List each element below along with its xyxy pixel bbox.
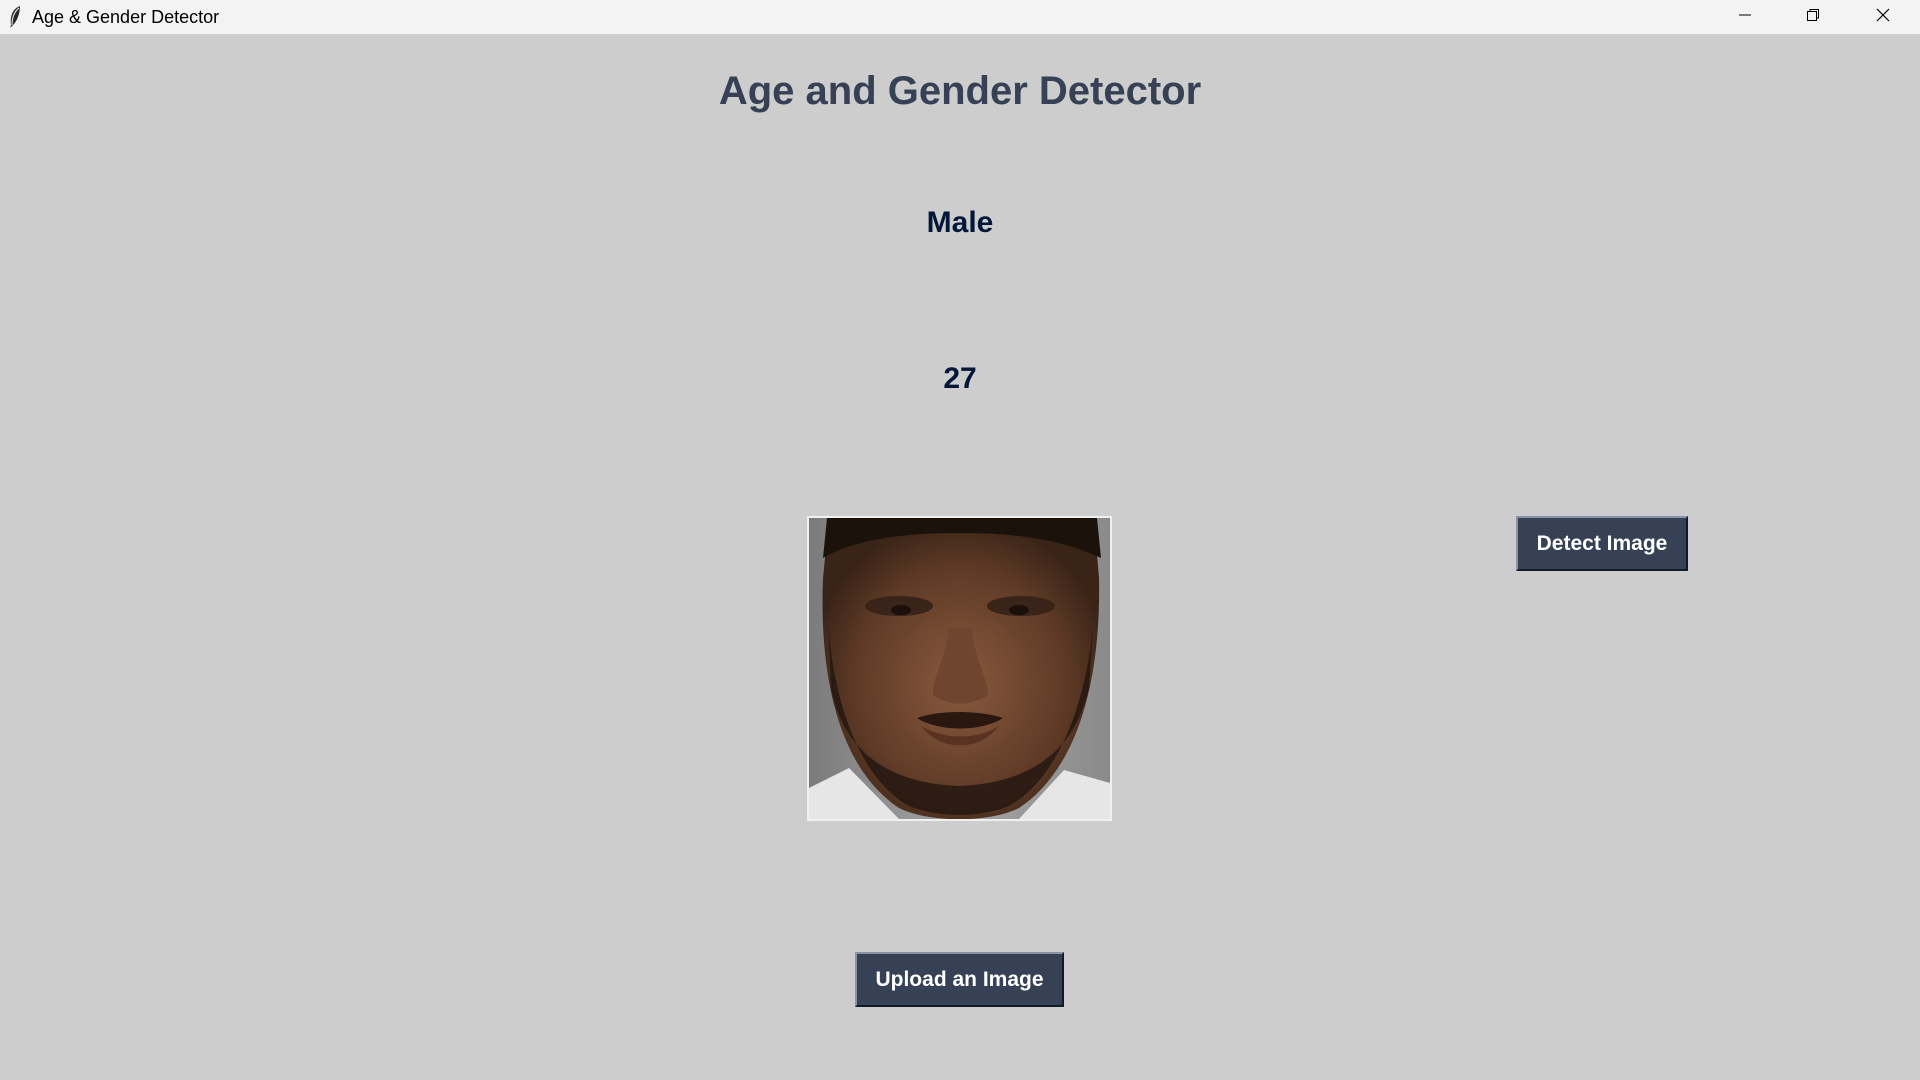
- face-photo-icon: [809, 518, 1110, 819]
- restore-icon: [1805, 7, 1821, 28]
- detect-image-button[interactable]: Detect Image: [1516, 516, 1688, 571]
- upload-image-button[interactable]: Upload an Image: [855, 952, 1064, 1007]
- app-window: Age & Gender Detector Age and Gender Det…: [0, 0, 1920, 1080]
- close-button[interactable]: [1848, 0, 1918, 34]
- uploaded-image: [807, 516, 1112, 821]
- main-content: Age and Gender Detector Male 27 Detect I…: [0, 35, 1920, 1080]
- feather-icon: [6, 5, 24, 29]
- title-bar[interactable]: Age & Gender Detector: [0, 0, 1920, 35]
- minimize-icon: [1737, 7, 1753, 28]
- minimize-button[interactable]: [1710, 0, 1780, 34]
- age-result-label: 27: [943, 362, 977, 395]
- restore-button[interactable]: [1778, 0, 1848, 34]
- close-icon: [1875, 7, 1891, 28]
- page-title: Age and Gender Detector: [718, 69, 1202, 113]
- gender-result-label: Male: [926, 206, 994, 239]
- window-title: Age & Gender Detector: [32, 7, 220, 27]
